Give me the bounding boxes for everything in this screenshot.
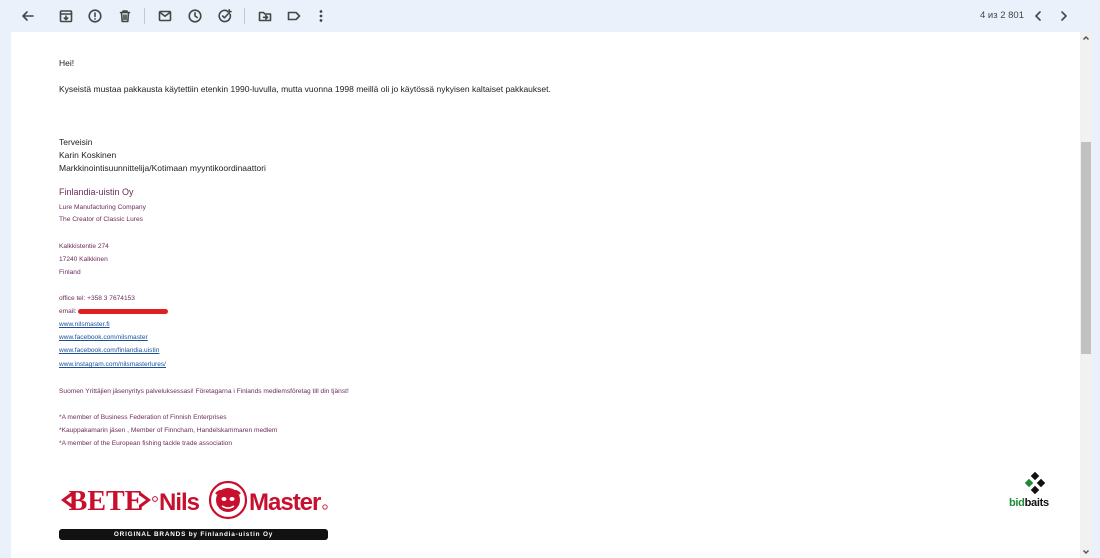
message-counter: 4 из 2 801 (980, 10, 1024, 21)
chevron-left-icon[interactable] (1028, 6, 1048, 26)
company-name: Finlandia-uistin Oy (59, 187, 134, 197)
bete-logo: BETE (61, 486, 158, 517)
office-phone: office tel: +358 3 7674153 (59, 295, 135, 302)
bidbaits-wordmark: bidbaits (1009, 497, 1049, 509)
nilsmaster-badge (208, 480, 248, 520)
address-line-3: Finland (59, 269, 81, 276)
email-body: Hei! Kyseistä mustaa pakkausta käytettii… (11, 32, 1092, 558)
link-facebook-finlandia[interactable]: www.facebook.com/finlandia.uistin (59, 347, 159, 354)
svg-text:BETE: BETE (69, 486, 144, 517)
original-brands-bar: ORIGINAL BRANDS by Finlandia-uistin Oy (59, 529, 328, 540)
scroll-up-arrow-icon[interactable] (1080, 32, 1092, 44)
back-arrow-icon[interactable] (18, 6, 38, 26)
address-line-2: 17240 Kalkkinen (59, 256, 108, 263)
membership-line: Suomen Yrittäjien jäsenyritys palvelukse… (59, 388, 349, 395)
label-icon[interactable] (284, 6, 304, 26)
add-to-tasks-icon[interactable] (215, 6, 235, 26)
scroll-down-arrow-icon[interactable] (1080, 546, 1092, 558)
snooze-icon[interactable] (185, 6, 205, 26)
chevron-right-icon[interactable] (1054, 6, 1074, 26)
scrollbar-thumb[interactable] (1081, 142, 1091, 354)
toolbar-divider (244, 8, 245, 24)
sender-name: Karin Koskinen (59, 150, 117, 160)
email-greeting: Hei! (59, 58, 75, 68)
link-nilsmaster[interactable]: www.nilsmaster.fi (59, 321, 110, 328)
delete-icon[interactable] (115, 6, 135, 26)
member-line-3: *A member of the European fishing tackle… (59, 440, 233, 447)
report-spam-icon[interactable] (85, 6, 105, 26)
brands-logo: BETE Nils Master (61, 480, 328, 520)
redacted-email (78, 309, 168, 314)
bidbaits-mark-icon (1024, 472, 1046, 495)
more-vert-icon[interactable] (311, 6, 331, 26)
mark-unread-icon[interactable] (155, 6, 175, 26)
company-tagline-1: Lure Manufacturing Company (59, 204, 146, 211)
sender-role: Markkinointisuunnittelija/Kotimaan myynt… (59, 163, 266, 173)
toolbar-divider (144, 8, 145, 24)
company-tagline-2: The Creator of Classic Lures (59, 216, 143, 223)
email-label: email: (59, 308, 77, 315)
link-facebook-nilsmaster[interactable]: www.facebook.com/nilsmaster (59, 334, 148, 341)
nils-logo-text: Nils (159, 489, 200, 516)
address-line-1: Kalkkistentie 274 (59, 243, 109, 250)
member-line-1: *A member of Business Federation of Finn… (59, 414, 227, 421)
archive-icon[interactable] (56, 6, 76, 26)
move-to-icon[interactable] (255, 6, 275, 26)
vertical-scrollbar[interactable] (1080, 32, 1092, 558)
email-paragraph: Kyseistä mustaa pakkausta käytettiin ete… (59, 84, 551, 94)
email-signoff: Terveisin (59, 137, 93, 147)
link-instagram[interactable]: www.instagram.com/nilsmasterlures/ (59, 361, 166, 368)
master-logo-text: Master (249, 489, 321, 516)
toolbar: 4 из 2 801 (0, 0, 1100, 32)
member-line-2: *Kauppakamarin jäsen , Member of Finncha… (59, 427, 278, 434)
